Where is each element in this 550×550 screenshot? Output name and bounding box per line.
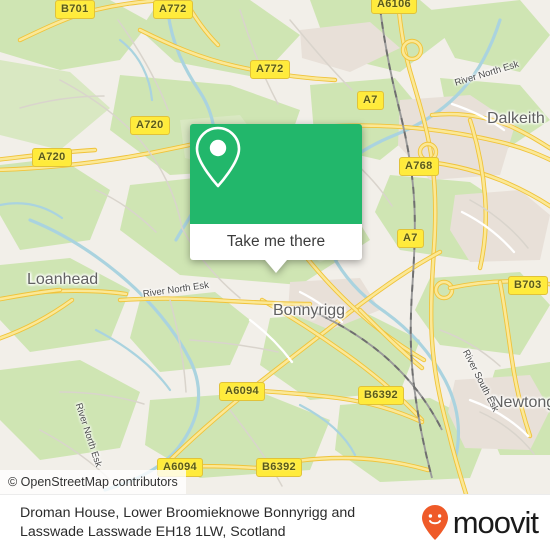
popup-tail <box>265 260 287 273</box>
footer-bar: Droman House, Lower Broomieknowe Bonnyri… <box>0 494 550 550</box>
road-shield-label: B6392 <box>364 389 398 401</box>
road-shield-label: A772 <box>256 63 284 75</box>
take-me-there-label: Take me there <box>226 233 326 250</box>
road-shield-label: A6094 <box>225 385 259 397</box>
place-label-newtongrange: Newtongrange <box>492 394 550 411</box>
map-canvas[interactable]: .grn{fill:#cfe5b3} .grn2{fill:#d9e8c2} .… <box>0 0 550 494</box>
moovit-wordmark: moovit <box>452 505 539 540</box>
road-shield-b6392-bottom[interactable]: B6392 <box>256 458 302 477</box>
moovit-pin-icon <box>421 504 448 540</box>
location-popup[interactable]: Take me there <box>190 124 362 273</box>
moovit-logo[interactable]: moovit <box>420 504 539 542</box>
road-shield-b703[interactable]: B703 <box>508 276 548 295</box>
road-shield-label: A772 <box>159 3 187 15</box>
road-shield-a7-south[interactable]: A7 <box>397 229 424 248</box>
place-label-dalkeith: Dalkeith <box>487 110 545 127</box>
road-shield-b6392-mid[interactable]: B6392 <box>358 386 404 405</box>
road-shield-label: A720 <box>136 119 164 131</box>
road-shield-a720-mid[interactable]: A720 <box>130 116 170 135</box>
popup-header <box>190 124 362 224</box>
road-shield-a772[interactable]: A772 <box>250 60 290 79</box>
road-shield-a768[interactable]: A768 <box>399 157 439 176</box>
osm-attribution[interactable]: © OpenStreetMap contributors <box>0 470 186 494</box>
road-shield-a772-top[interactable]: A772 <box>153 0 193 19</box>
road-shield-label: B701 <box>61 3 89 15</box>
place-label-bonnyrigg: Bonnyrigg <box>273 302 346 319</box>
map-pin-icon <box>195 126 241 188</box>
road-shield-a7-north[interactable]: A7 <box>357 91 384 110</box>
road-shield-label: A7 <box>363 94 378 106</box>
road-shield-label: A7 <box>403 232 418 244</box>
road-shield-a6106[interactable]: A6106 <box>371 0 417 14</box>
road-shield-label: B703 <box>514 279 542 291</box>
address-line-1: Droman House, Lower Broomieknowe Bonnyri… <box>20 504 356 521</box>
road-shield-label: A768 <box>405 160 433 172</box>
road-shield-a720-west[interactable]: A720 <box>32 148 72 167</box>
address-text: Droman House, Lower Broomieknowe Bonnyri… <box>0 504 355 542</box>
address-line-2: Lasswade Lasswade EH18 1LW, Scotland <box>20 523 286 540</box>
map-screenshot: .grn{fill:#cfe5b3} .grn2{fill:#d9e8c2} .… <box>0 0 550 550</box>
road-shield-a6094-mid[interactable]: A6094 <box>219 382 265 401</box>
place-label-loanhead: Loanhead <box>27 271 99 288</box>
road-shield-label: A6106 <box>377 0 411 10</box>
take-me-there-button[interactable]: Take me there <box>190 224 362 260</box>
road-shield-label: B6392 <box>262 461 296 473</box>
road-shield-label: A720 <box>38 151 66 163</box>
road-shield-b701[interactable]: B701 <box>55 0 95 19</box>
